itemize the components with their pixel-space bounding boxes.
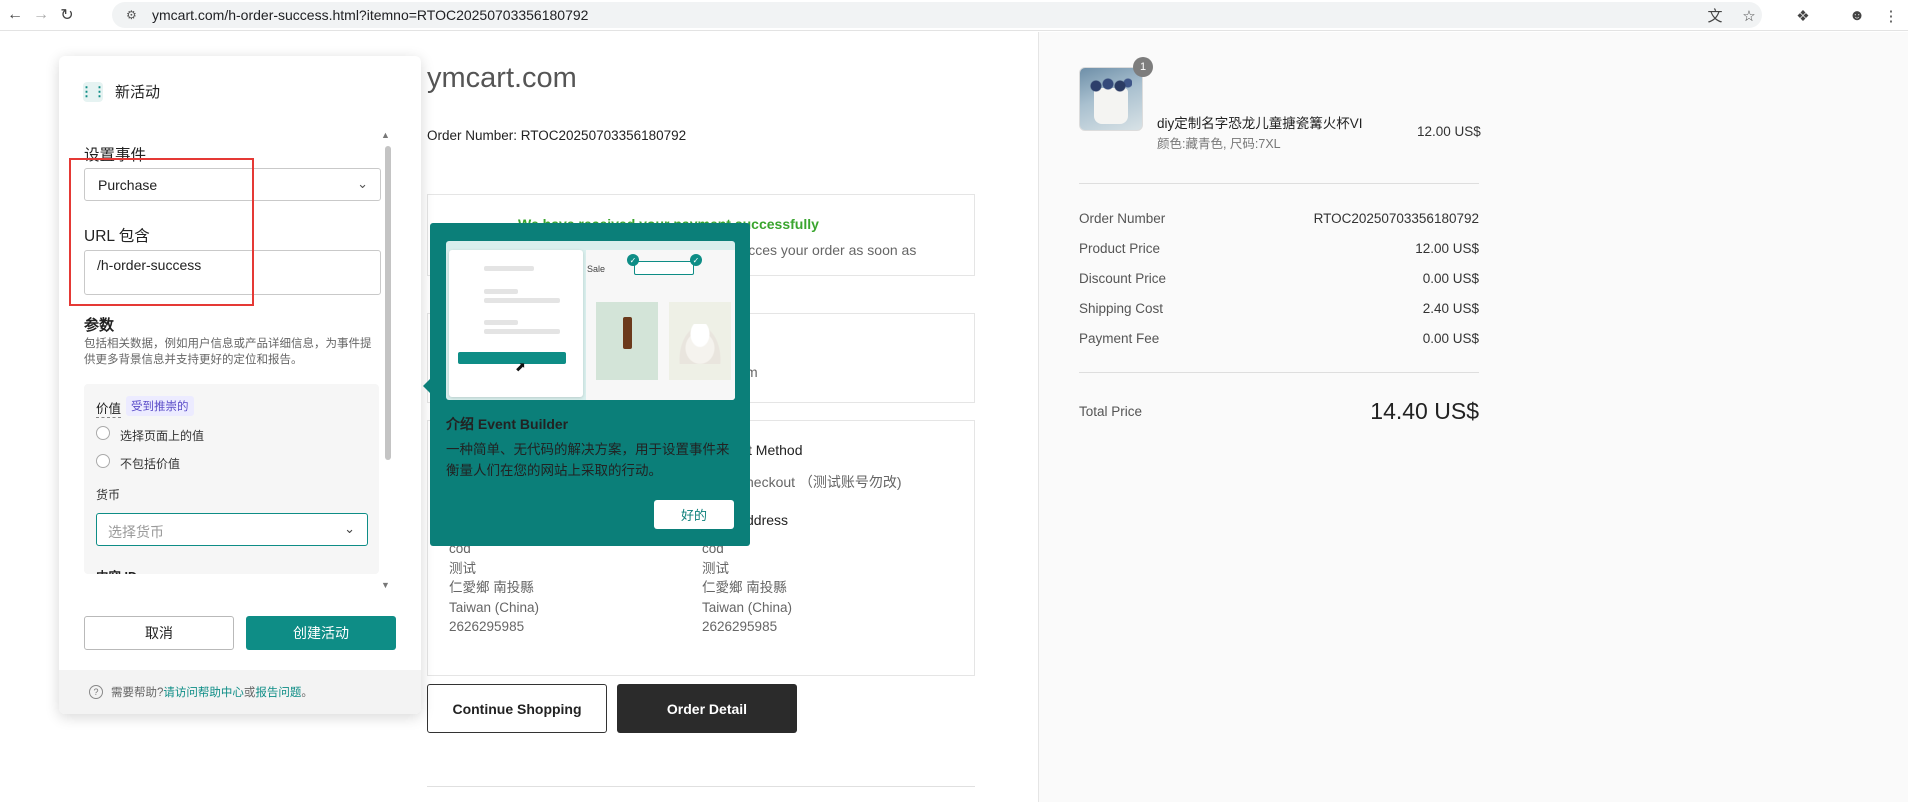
scroll-down-icon[interactable]: ▼ [381, 580, 390, 590]
tooltip-title: 介绍 Event Builder [446, 416, 569, 432]
browser-toolbar: ← → ↻ ⚙ ymcart.com/h-order-success.html?… [0, 0, 1908, 31]
summary-divider [1079, 183, 1479, 184]
scroll-up-icon[interactable]: ▲ [381, 130, 390, 140]
product-thumbnail [1079, 67, 1143, 131]
order-number: Order Number: RTOC20250703356180792 [427, 128, 687, 143]
url-text: ymcart.com/h-order-success.html?itemno=R… [152, 7, 589, 23]
profile-icon[interactable]: ☻ [1840, 7, 1874, 24]
summary-row: Order Number RTOC20250703356180792 [1079, 211, 1479, 226]
currency-label: 货币 [96, 488, 121, 502]
forward-icon[interactable]: → [28, 2, 54, 28]
report-issue-link[interactable]: 报告问题 [255, 684, 301, 700]
params-box: 价值 受到推崇的 选择页面上的值 不包括价值 货币 选择货币 ⌄ 内容 ID [84, 384, 379, 574]
radio-select-page-value[interactable] [96, 426, 110, 440]
highlight-box [69, 158, 254, 306]
payment-method-heading: t Method [748, 442, 803, 458]
reload-icon[interactable]: ↻ [54, 2, 80, 28]
address-bar[interactable]: ⚙ ymcart.com/h-order-success.html?itemno… [112, 2, 1762, 28]
scrollbar-thumb[interactable] [385, 146, 391, 460]
bookmark-star-icon[interactable]: ☆ [1732, 7, 1766, 25]
value-label: 价值 [96, 398, 122, 418]
order-detail-button[interactable]: Order Detail [617, 684, 797, 733]
panel-title: 新活动 [115, 84, 161, 101]
shipping-address: cod 测试 仁愛鄉 南投縣 Taiwan (China) 2626295985 [702, 541, 793, 634]
drag-handle-icon[interactable]: ⋮⋮ [80, 81, 106, 102]
summary-divider [1079, 372, 1479, 373]
site-settings-icon[interactable]: ⚙ [126, 8, 140, 22]
payment-process-text: procces your order as soon as [728, 242, 917, 258]
help-center-link[interactable]: 请访问帮助中心 [163, 684, 244, 700]
create-event-button[interactable]: 创建活动 [246, 616, 396, 650]
check-icon: ✓ [690, 254, 702, 266]
currency-select[interactable]: 选择货币 ⌄ [96, 513, 368, 546]
total-label: Total Price [1079, 404, 1143, 419]
page-divider [427, 786, 975, 787]
summary-row: Payment Fee 0.00 US$ [1079, 331, 1479, 346]
event-builder-illustration: Sale ✓ ✓ ⬈ [446, 241, 735, 400]
site-title: ymcart.com [427, 62, 577, 94]
content-id-label: 内容 ID [96, 566, 137, 574]
continue-shopping-button[interactable]: Continue Shopping [427, 684, 607, 733]
panel-header: ⋮⋮ 新活动 [80, 81, 161, 102]
help-icon: ? [89, 685, 103, 699]
menu-dots-icon[interactable]: ⋮ [1874, 7, 1908, 25]
quantity-badge: 1 [1133, 57, 1153, 77]
chevron-down-icon: ⌄ [344, 521, 355, 536]
payment-method-value: heckout （测试账号勿改) [746, 474, 902, 490]
sale-text: Sale [587, 264, 606, 274]
back-icon[interactable]: ← [2, 2, 28, 28]
cursor-icon: ⬈ [515, 359, 526, 374]
product-price: 12.00 US$ [1417, 124, 1481, 139]
radio-exclude-value[interactable] [96, 454, 110, 468]
summary-row: Discount Price 0.00 US$ [1079, 271, 1479, 286]
params-description: 包括相关数据，例如用户信息或产品详细信息，为事件提供更多背景信息并支持更好的定位… [84, 338, 372, 366]
radio-label-select-page-value: 选择页面上的值 [120, 429, 205, 443]
product-name: diy定制名字恐龙儿童搪瓷篝火杯VI [1157, 116, 1363, 131]
total-value: 14.40 US$ [1370, 398, 1479, 424]
cancel-button[interactable]: 取消 [84, 616, 234, 650]
radio-label-exclude-value: 不包括价值 [120, 457, 181, 471]
recommended-badge: 受到推崇的 [126, 396, 194, 416]
check-icon: ✓ [627, 254, 639, 266]
product-variant: 颜色:藏青色, 尺码:7XL [1157, 137, 1281, 151]
params-label: 参数 [84, 317, 115, 334]
translate-icon[interactable]: 文 [1698, 5, 1732, 26]
total-row: Total Price 14.40 US$ [1079, 398, 1479, 425]
chevron-down-icon: ⌄ [357, 176, 368, 191]
extensions-icon[interactable]: ❖ [1786, 7, 1820, 25]
tooltip-body: 一种简单、无代码的解决方案，用于设置事件来衡量人们在您的网站上采取的行动。 [446, 442, 730, 478]
help-bar: ? 需要帮助? 请访问帮助中心 或 报告问题 。 [59, 670, 421, 714]
address-heading: ddress [746, 512, 789, 528]
summary-row: Shipping Cost 2.40 US$ [1079, 301, 1479, 316]
billing-address: cod 测试 仁愛鄉 南投縣 Taiwan (China) 2626295985 [449, 541, 540, 634]
summary-row: Product Price 12.00 US$ [1079, 241, 1479, 256]
tooltip-ok-button[interactable]: 好的 [654, 500, 734, 529]
